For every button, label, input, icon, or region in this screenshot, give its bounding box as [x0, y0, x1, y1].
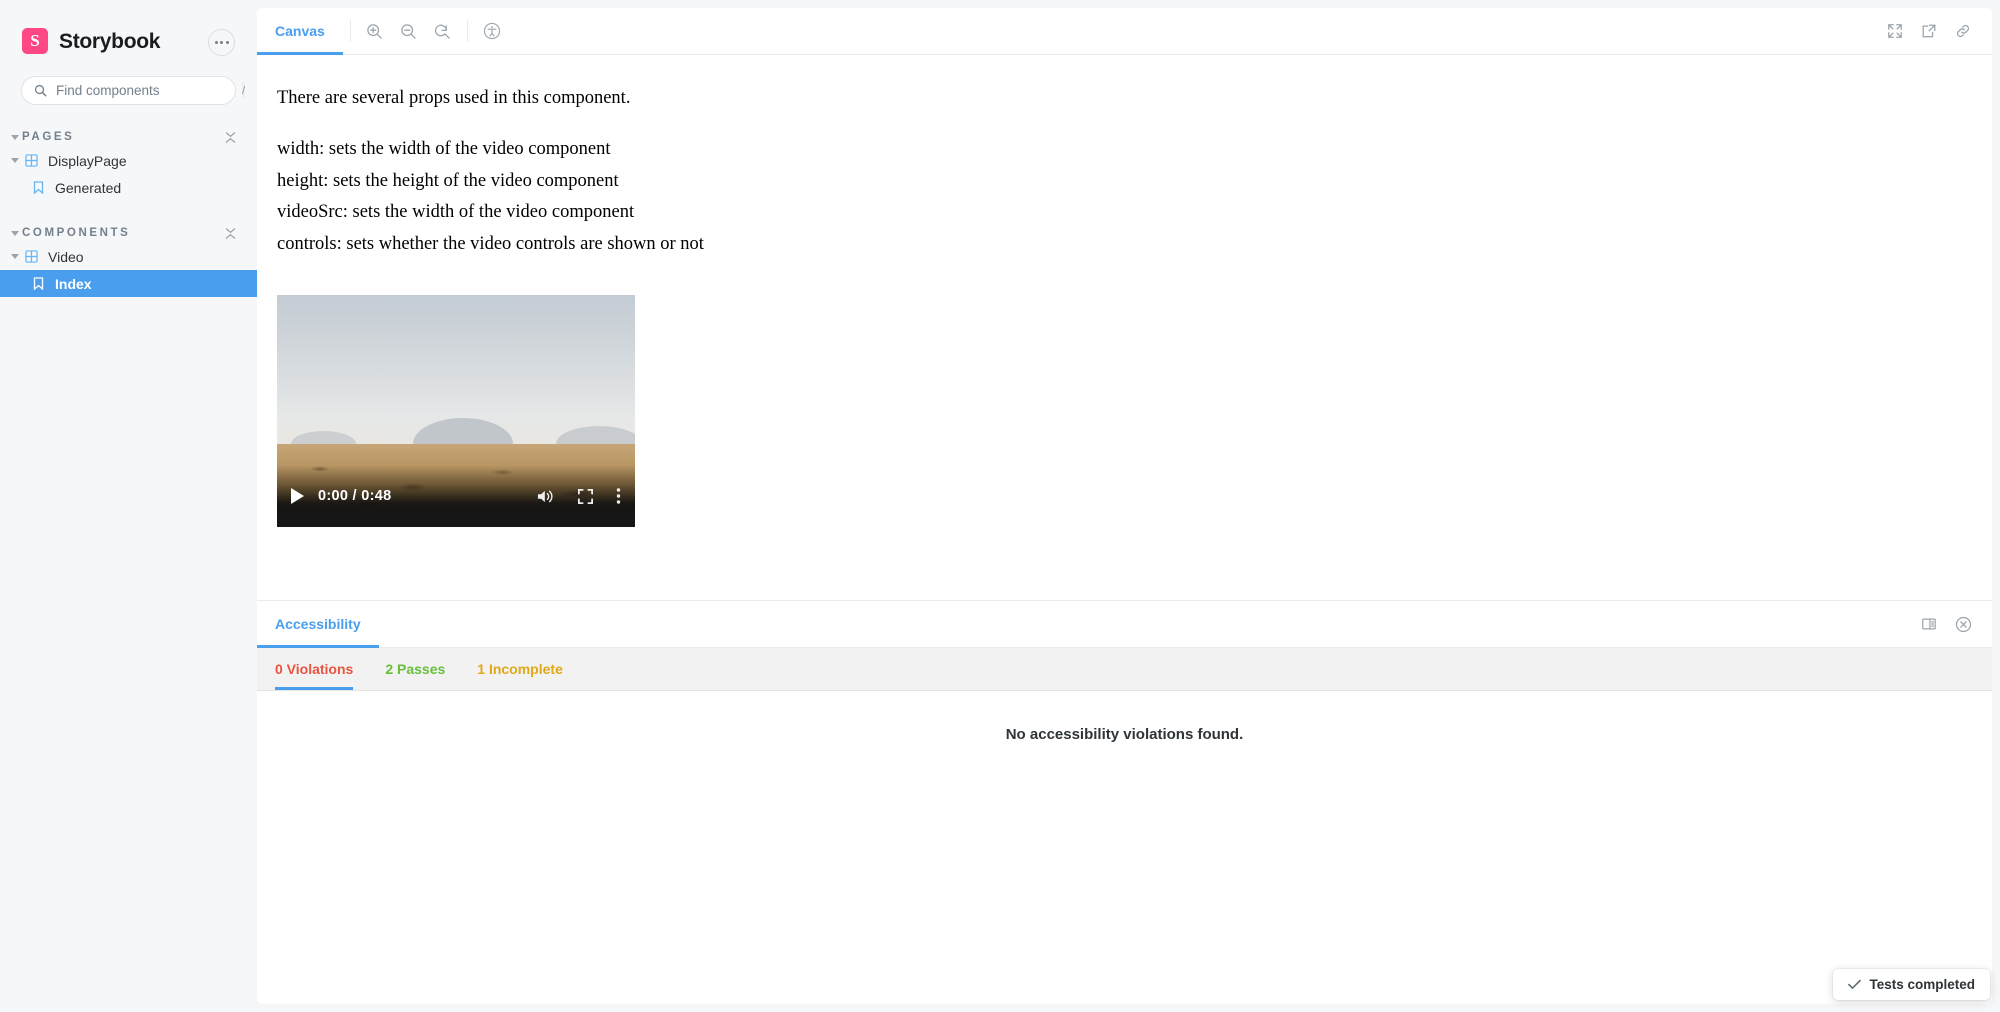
collapse-all-icon[interactable] — [225, 131, 236, 143]
video-controls-row: 0:00 / 0:48 — [277, 479, 635, 513]
video-player[interactable]: 0:00 / 0:48 — [277, 295, 635, 528]
video-fullscreen-icon[interactable] — [577, 488, 594, 505]
sidebar-item-displaypage[interactable]: DisplayPage — [0, 147, 257, 174]
sidebar-item-label: DisplayPage — [48, 152, 127, 169]
section-title: PAGES — [22, 131, 75, 143]
sidebar-item-generated[interactable]: Generated — [0, 174, 257, 201]
open-in-new-tab-icon[interactable] — [1912, 8, 1946, 54]
chevron-down-icon — [8, 158, 22, 163]
zoom-out-icon[interactable] — [392, 8, 426, 54]
panel-stack: Canvas There are several props used in t… — [257, 8, 1992, 1004]
toolbar-divider — [466, 20, 468, 42]
subtab-passes[interactable]: 2 Passes — [385, 648, 461, 690]
prop-line: width: sets the width of the video compo… — [277, 138, 611, 159]
search-box[interactable]: / — [21, 76, 246, 105]
empty-state-message: No accessibility violations found. — [1005, 726, 1244, 743]
addon-tabbar: Accessibility — [257, 601, 1992, 648]
accessibility-icon[interactable] — [475, 8, 509, 54]
main-area: Canvas There are several props used in t… — [257, 0, 2000, 1012]
search-container: / — [0, 62, 257, 105]
volume-on-icon[interactable] — [536, 488, 555, 505]
search-input[interactable] — [56, 83, 233, 98]
tab-canvas-label: Canvas — [275, 23, 325, 39]
section-title: COMPONENTS — [22, 227, 131, 239]
prop-line: videoSrc: sets the width of the video co… — [277, 202, 635, 223]
brand-name: Storybook — [59, 30, 161, 53]
addon-tools — [1912, 601, 1992, 647]
sidebar-section-components[interactable]: COMPONENTS — [0, 223, 257, 243]
dot — [225, 40, 229, 44]
sidebar-item-label: Generated — [55, 179, 122, 196]
addon-panel: Accessibility 0 Violations 2 Passes 1 In… — [257, 600, 1992, 1004]
subtab-violations-label: 0 Violations — [275, 661, 354, 677]
subtab-passes-label: 2 Passes — [385, 661, 446, 677]
ellipsis-icon[interactable] — [208, 28, 235, 56]
video-time-display: 0:00 / 0:48 — [318, 488, 392, 505]
sidebar-item-video[interactable]: Video — [0, 243, 257, 270]
close-circle-icon[interactable] — [1946, 601, 1980, 647]
brand[interactable]: S Storybook — [22, 28, 161, 55]
tab-canvas[interactable]: Canvas — [257, 8, 343, 55]
tab-accessibility-label: Accessibility — [275, 616, 361, 632]
storybook-logo-icon: S — [22, 28, 48, 54]
preview-panel: Canvas There are several props used in t… — [257, 8, 1992, 600]
dot — [220, 40, 223, 44]
preview-toolbar: Canvas — [257, 8, 1992, 55]
toolbar-left-group: Canvas — [257, 8, 509, 55]
story-bookmark-icon — [29, 181, 48, 194]
chevron-down-icon — [8, 134, 22, 140]
panel-position-icon[interactable] — [1912, 601, 1946, 647]
search-shortcut-badge: / — [242, 82, 246, 99]
dot — [214, 40, 218, 44]
play-icon[interactable] — [291, 488, 304, 505]
toolbar-right-group — [1878, 8, 1992, 54]
copy-link-icon[interactable] — [1946, 8, 1980, 54]
a11y-results: No accessibility violations found. — [257, 691, 1992, 1004]
sidebar: S Storybook / PAGES — [0, 0, 257, 1012]
docs-intro: There are several props used in this com… — [277, 88, 631, 108]
expand-fullscreen-icon[interactable] — [1878, 8, 1912, 54]
story-canvas: There are several props used in this com… — [257, 55, 1992, 600]
chevron-down-icon — [8, 254, 22, 259]
prop-line: height: sets the height of the video com… — [277, 170, 619, 191]
subtab-incomplete-label: 1 Incomplete — [477, 661, 563, 677]
story-bookmark-icon — [29, 277, 48, 290]
subtab-incomplete[interactable]: 1 Incomplete — [477, 648, 579, 690]
tests-completed-toast[interactable]: Tests completed — [1833, 969, 1990, 1000]
zoom-in-icon[interactable] — [358, 8, 392, 54]
search-icon — [34, 84, 47, 97]
chevron-down-icon — [8, 230, 22, 236]
component-grid-icon — [22, 250, 41, 263]
sidebar-item-index[interactable]: Index — [0, 270, 257, 297]
collapse-all-icon[interactable] — [225, 227, 236, 239]
prop-line: controls: sets whether the video control… — [277, 234, 704, 255]
sidebar-section-pages[interactable]: PAGES — [0, 127, 257, 147]
a11y-subtabs: 0 Violations 2 Passes 1 Incomplete — [257, 648, 1992, 691]
video-letterbox — [277, 511, 635, 528]
zoom-reset-icon[interactable] — [426, 8, 460, 54]
check-icon — [1848, 979, 1862, 989]
sidebar-header: S Storybook — [0, 0, 257, 62]
subtab-violations[interactable]: 0 Violations — [275, 648, 369, 690]
sidebar-item-label: Index — [55, 275, 92, 292]
toolbar-divider — [349, 20, 351, 42]
tab-accessibility[interactable]: Accessibility — [257, 601, 379, 648]
storybook-app: S Storybook / PAGES — [0, 0, 2000, 1012]
component-grid-icon — [22, 154, 41, 167]
sidebar-item-label: Video — [48, 248, 84, 265]
more-vertical-icon[interactable] — [616, 487, 621, 505]
toast-label: Tests completed — [1869, 977, 1975, 992]
